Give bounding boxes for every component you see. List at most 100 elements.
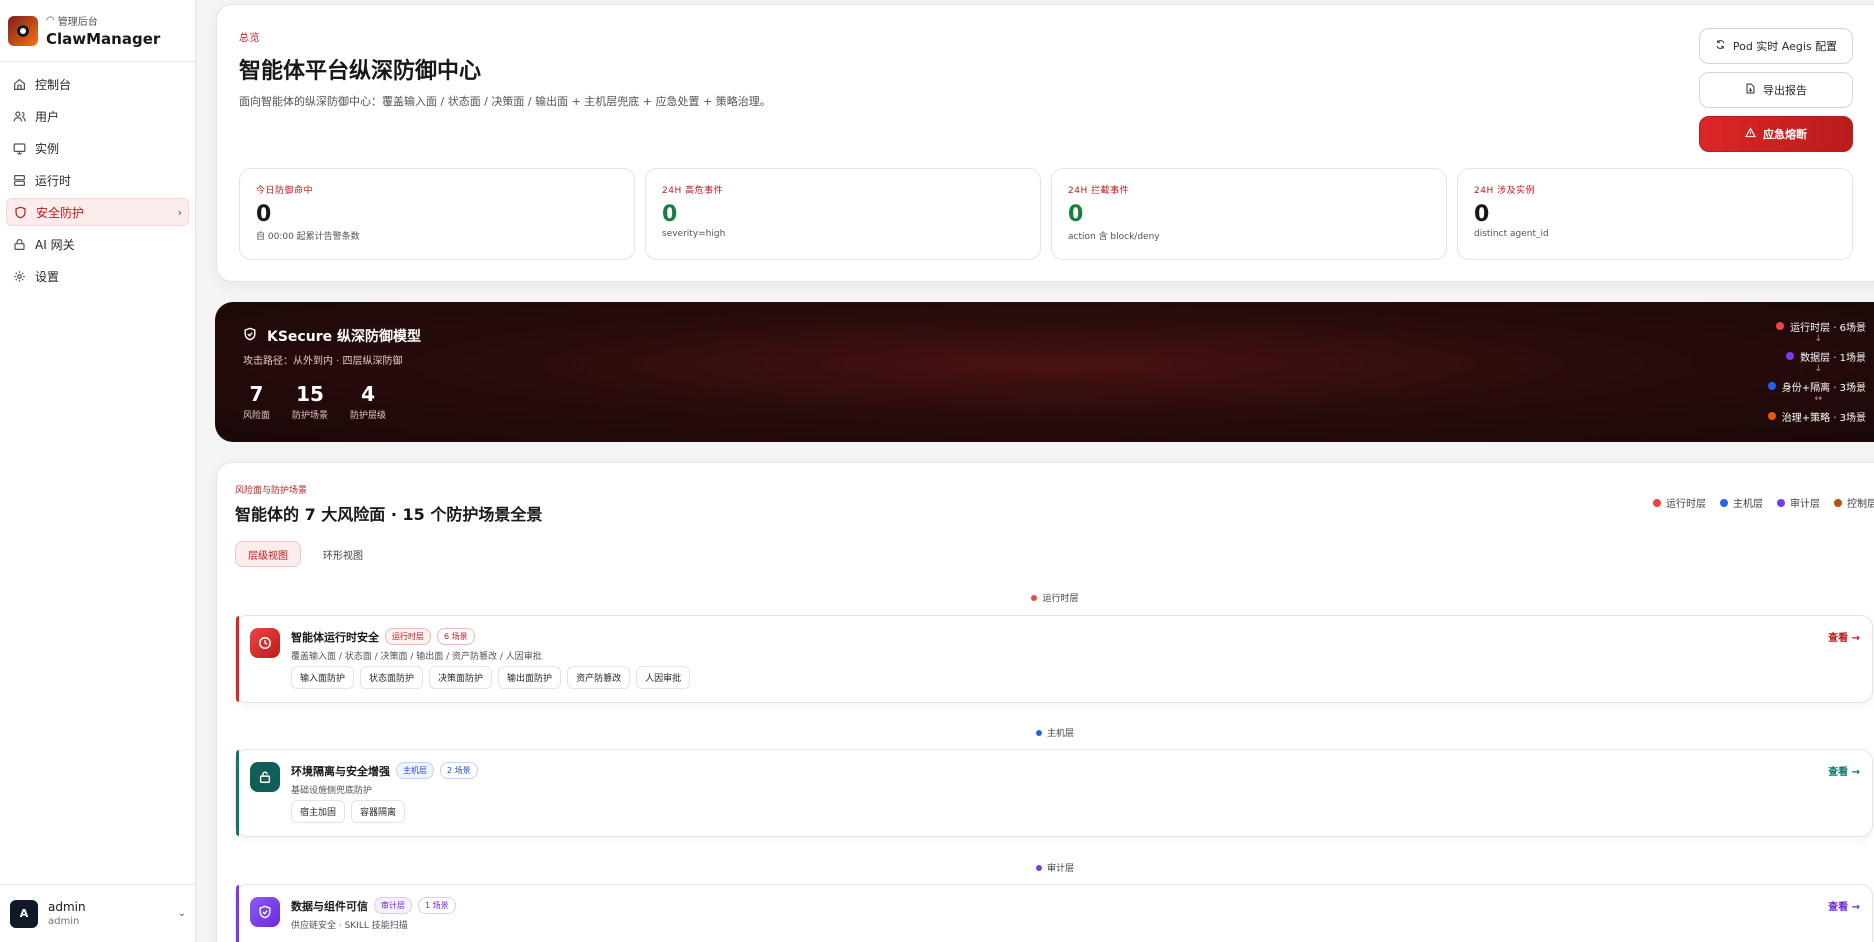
actions: Pod 实时 Aegis 配置 导出报告 应急熔断	[1699, 28, 1853, 160]
scene-card-runtime[interactable]: 智能体运行时安全 运行时层 6 场景 覆盖输入面 / 状态面 / 决策面 / 输…	[235, 615, 1873, 703]
refresh-icon	[1715, 39, 1726, 53]
brand-subtitle: ◠ 管理后台	[46, 15, 98, 28]
scene-chip[interactable]: 输入面防护	[291, 666, 355, 689]
arrow-down-icon: ↓	[1814, 334, 1822, 344]
risk-title: 智能体的 7 大风险面 · 15 个防护场景全景	[235, 505, 543, 524]
scene-chip[interactable]: 状态面防护	[360, 666, 424, 689]
sidebar-item-users[interactable]: 用户	[6, 102, 189, 130]
monitor-icon	[12, 141, 26, 155]
emergency-circuit-breaker-button[interactable]: 应急熔断	[1699, 116, 1853, 152]
legend-item: 控制层	[1834, 495, 1874, 510]
sidebar-item-settings[interactable]: 设置	[6, 262, 189, 290]
scene-title: 智能体运行时安全	[291, 630, 379, 644]
clock-icon	[250, 628, 280, 658]
chain-item: 身份+隔离 · 3场景	[1767, 378, 1866, 394]
sidebar-item-ai-gateway[interactable]: AI 网关	[6, 230, 189, 258]
user-name: admin	[48, 900, 86, 914]
tab-layer-view[interactable]: 层级视图	[235, 541, 301, 567]
sidebar: ◠ 管理后台 ClawManager 控制台 用户 实例 运行时 安全防护 › A…	[0, 0, 196, 942]
model-subtitle: 攻击路径：从外到内 · 四层纵深防御	[243, 356, 403, 367]
stat-blocked: 24H 拦截事件 0 action 含 block/deny	[1051, 168, 1447, 260]
overview-card: 总览 智能体平台纵深防御中心 面向智能体的纵深防御中心：覆盖输入面 / 状态面 …	[216, 4, 1874, 282]
chevron-down-icon[interactable]: ⌄	[178, 908, 186, 919]
scene-chip[interactable]: 决策面防护	[429, 666, 493, 689]
stat-high-severity: 24H 高危事件 0 severity=high	[645, 168, 1041, 260]
layer-badge: 审计层	[374, 897, 412, 914]
stats-row: 今日防御命中 0 自 00:00 起累计告警条数 24H 高危事件 0 seve…	[239, 168, 1853, 260]
brand-logo	[8, 15, 38, 46]
scene-description: 覆盖输入面 / 状态面 / 决策面 / 输出面 / 资产防篡改 / 人因审批	[291, 652, 542, 662]
scene-chip[interactable]: 资产防篡改	[567, 666, 631, 689]
shield-check-icon	[250, 897, 280, 927]
brand[interactable]: ◠ 管理后台 ClawManager	[0, 0, 195, 62]
scene-title: 数据与组件可信	[291, 899, 368, 913]
sidebar-item-security[interactable]: 安全防护 ›	[6, 198, 189, 226]
model-number: 15 防护场景	[292, 382, 329, 421]
layer-legend: 运行时层 主机层 审计层 控制层	[1653, 495, 1874, 510]
user-menu[interactable]: A admin admin ⌄	[0, 884, 196, 942]
avatar: A	[10, 899, 38, 928]
sidebar-item-console[interactable]: 控制台	[6, 70, 189, 98]
chain-item: 数据层 · 1场景	[1768, 348, 1866, 364]
scene-chip[interactable]: 容器隔离	[351, 800, 406, 823]
user-role: admin	[48, 916, 80, 927]
chain-item: 治理+策略 · 3场景	[1767, 408, 1866, 424]
view-tabs: 层级视图 环形视图	[235, 541, 375, 567]
scene-chip[interactable]: 宿主加固	[291, 800, 346, 823]
scene-card-audit[interactable]: 数据与组件可信 审计层 1 场景 供应链安全 · SKILL 技能扫描 查看 →	[235, 884, 1873, 942]
risk-eyebrow: 风险面与防护场景	[235, 486, 308, 496]
layer-label-runtime: 运行时层	[217, 591, 1874, 604]
arrow-both-icon: ↔	[1814, 394, 1822, 404]
layer-chain: 运行时层 · 6场景 ↓ 数据层 · 1场景 ↓ 身份+隔离 · 3场景 ↔ 治…	[1767, 318, 1866, 424]
sidebar-item-instances[interactable]: 实例	[6, 134, 189, 162]
legend-item: 主机层	[1720, 495, 1763, 510]
scene-chip[interactable]: 输出面防护	[498, 666, 562, 689]
home-icon	[12, 77, 26, 91]
risk-section: 风险面与防护场景 智能体的 7 大风险面 · 15 个防护场景全景 运行时层 主…	[216, 462, 1874, 942]
lock-open-icon	[250, 762, 280, 792]
stat-today-hits: 今日防御命中 0 自 00:00 起累计告警条数	[239, 168, 635, 260]
tab-ring-view[interactable]: 环形视图	[311, 541, 375, 567]
view-link[interactable]: 查看 →	[1828, 629, 1860, 644]
shield-icon	[13, 205, 27, 219]
chevron-right-icon: ›	[177, 205, 182, 219]
scene-card-host[interactable]: 环境隔离与安全增强 主机层 2 场景 基础设施侧兜底防护 宿主加固 容器隔离 查…	[235, 749, 1873, 837]
model-number: 4 防护层级	[350, 382, 387, 421]
page-title: 智能体平台纵深防御中心	[239, 59, 482, 84]
model-numbers: 7 风险面 15 防护场景 4 防护层级	[243, 382, 386, 421]
layer-label-host: 主机层	[217, 726, 1874, 739]
refresh-icon: ◠	[46, 15, 55, 26]
model-title: KSecure 纵深防御模型	[243, 326, 421, 346]
file-export-icon	[1745, 83, 1756, 97]
server-icon	[12, 173, 26, 187]
arrow-down-icon: ↓	[1814, 364, 1822, 374]
count-badge: 1 场景	[418, 897, 456, 914]
sidebar-item-runtime[interactable]: 运行时	[6, 166, 189, 194]
model-number: 7 风险面	[243, 382, 271, 421]
stat-instances: 24H 涉及实例 0 distinct agent_id	[1457, 168, 1853, 260]
chain-item: 运行时层 · 6场景	[1768, 318, 1866, 334]
brand-name: ClawManager	[46, 30, 161, 48]
page-description: 面向智能体的纵深防御中心：覆盖输入面 / 状态面 / 决策面 / 输出面 + 主…	[239, 95, 771, 108]
view-link[interactable]: 查看 →	[1828, 763, 1860, 778]
scene-chips: 输入面防护 状态面防护 决策面防护 输出面防护 资产防篡改 人因审批	[291, 666, 691, 689]
scene-chips: 宿主加固 容器隔离	[291, 800, 406, 823]
sidebar-nav: 控制台 用户 实例 运行时 安全防护 › AI 网关 设置	[0, 62, 195, 302]
scene-chip[interactable]: 人因审批	[636, 666, 691, 689]
export-report-button[interactable]: 导出报告	[1699, 72, 1853, 108]
users-icon	[12, 109, 26, 123]
defense-model-banner: KSecure 纵深防御模型 攻击路径：从外到内 · 四层纵深防御 7 风险面 1…	[215, 302, 1874, 442]
count-badge: 6 场景	[437, 628, 475, 645]
lock-icon	[12, 237, 26, 251]
layer-label-audit: 审计层	[217, 861, 1874, 874]
view-link[interactable]: 查看 →	[1828, 898, 1860, 913]
count-badge: 2 场景	[440, 762, 478, 779]
shield-check-icon	[243, 327, 257, 345]
legend-item: 审计层	[1777, 495, 1820, 510]
warning-icon	[1745, 127, 1756, 141]
scene-description: 基础设施侧兜底防护	[291, 786, 373, 796]
scene-title: 环境隔离与安全增强	[291, 764, 390, 778]
gear-icon	[12, 269, 26, 283]
pod-aegis-config-button[interactable]: Pod 实时 Aegis 配置	[1699, 28, 1853, 64]
layer-badge: 运行时层	[385, 628, 431, 645]
